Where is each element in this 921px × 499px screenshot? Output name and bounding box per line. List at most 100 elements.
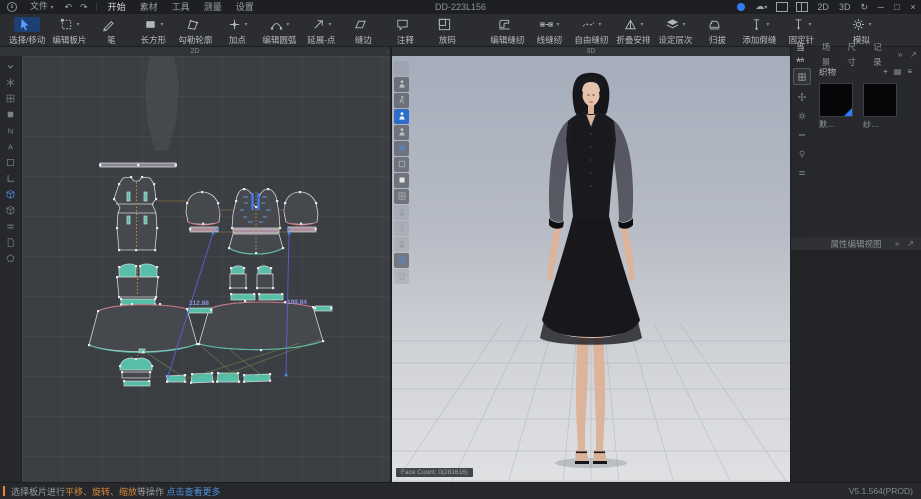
chevron-down-icon[interactable]: ▾ <box>766 21 769 28</box>
chevron-down-icon[interactable]: ▾ <box>244 21 247 28</box>
toolbar-tool[interactable]: ▾ 注释 <box>384 14 426 46</box>
cloud-icon[interactable]: ☁▾ <box>750 0 772 15</box>
strip2d-icon[interactable] <box>3 171 19 186</box>
strip3d-icon[interactable] <box>394 77 409 92</box>
list-view-icon[interactable]: ≡ <box>904 67 915 76</box>
strip3d-icon[interactable] <box>394 173 409 188</box>
strip2d-icon[interactable] <box>3 123 19 138</box>
menu-item[interactable]: 素材 <box>133 0 165 14</box>
strip2d-icon[interactable] <box>3 251 19 266</box>
popout-icon[interactable]: ↗ <box>906 50 921 59</box>
chevron-down-icon[interactable]: ▾ <box>640 21 643 28</box>
fabric-thumbnail[interactable] <box>819 83 853 117</box>
close-button[interactable]: × <box>905 0 921 14</box>
pattern-piece[interactable] <box>113 176 158 251</box>
strip2d-icon[interactable] <box>3 139 19 154</box>
viewport-3d-canvas[interactable]: Face Count: 0(281616) <box>392 56 790 483</box>
strip2d-icon[interactable] <box>3 219 19 234</box>
strip2d-icon[interactable] <box>3 235 19 250</box>
menu-item[interactable]: 工具 <box>165 0 197 14</box>
strip3d-icon[interactable] <box>394 237 409 252</box>
toolbar-tool[interactable]: ▾ 设定层次 <box>654 14 696 46</box>
right-sidebar-icon[interactable] <box>794 146 810 161</box>
undo-icon[interactable]: ↶ <box>61 2 77 13</box>
toolbar-tool[interactable]: ▾ 选择/移动 <box>6 14 48 46</box>
add-fabric-icon[interactable]: + <box>880 67 891 76</box>
strip2d-icon[interactable] <box>3 75 19 90</box>
chevron-down-icon[interactable]: ▾ <box>868 21 871 28</box>
view-3d-button[interactable]: 3D <box>834 0 856 14</box>
toolbar-tool[interactable]: ▾ 编辑圆弧 <box>258 14 300 46</box>
pattern-piece[interactable] <box>229 266 283 300</box>
strip3d-icon[interactable] <box>394 125 409 140</box>
right-sidebar-icon[interactable] <box>794 89 810 104</box>
strip3d-icon[interactable] <box>394 157 409 172</box>
strip3d-icon[interactable] <box>394 93 409 108</box>
view-2d-button[interactable]: 2D <box>812 0 834 14</box>
toolbar-tool[interactable]: ▾ 放码 <box>426 14 468 46</box>
menu-item[interactable]: 测量 <box>197 0 229 14</box>
toolbar-tool[interactable]: ▾ 缝边 <box>342 14 384 46</box>
layout-split-icon[interactable] <box>796 2 808 12</box>
maximize-button[interactable]: □ <box>889 0 905 14</box>
pattern-piece[interactable] <box>228 188 284 254</box>
pattern-piece[interactable] <box>198 300 324 351</box>
strip3d-icon[interactable] <box>394 61 409 76</box>
toolbar-tool[interactable]: ▾ 笔 <box>90 14 132 46</box>
fabric-swatch[interactable]: 纱… <box>863 83 898 130</box>
pattern-piece[interactable] <box>166 372 271 384</box>
strip2d-icon[interactable] <box>3 203 19 218</box>
pattern-piece[interactable] <box>88 303 198 353</box>
toolbar-tool[interactable]: ▾ 归拔 <box>696 14 738 46</box>
popout-icon[interactable]: ↗ <box>903 239 918 248</box>
user-avatar[interactable] <box>737 3 745 11</box>
layout-single-icon[interactable] <box>776 2 788 12</box>
right-sidebar-icon[interactable] <box>794 108 810 123</box>
toolbar-tool[interactable]: ▾ 编辑缝纫 <box>486 14 528 46</box>
toolbar-tool[interactable]: ▾ 加点 <box>216 14 258 46</box>
more-icon[interactable]: » <box>891 239 903 248</box>
toolbar-tool[interactable]: ▾ 编辑板片 <box>48 14 90 46</box>
strip3d-icon[interactable] <box>394 109 409 124</box>
chevron-down-icon[interactable]: ▾ <box>808 21 811 28</box>
grid-view-icon[interactable]: ▤ <box>891 67 905 76</box>
strip3d-icon[interactable] <box>394 205 409 220</box>
redo-icon[interactable]: ↷ <box>76 2 92 13</box>
resize-handle-icon[interactable]: ⌟ <box>385 47 388 56</box>
toolbar-tool[interactable]: ▾ 线缝纫 <box>528 14 570 46</box>
strip2d-icon[interactable] <box>3 91 19 106</box>
strip3d-icon[interactable] <box>394 189 409 204</box>
fabric-swatch[interactable]: 默… <box>819 83 854 130</box>
pattern-piece[interactable] <box>99 163 177 167</box>
strip3d-icon[interactable] <box>394 253 409 268</box>
sync-icon[interactable]: ↻ <box>855 0 873 14</box>
strip2d-icon[interactable] <box>3 187 19 202</box>
chevron-down-icon[interactable]: ▾ <box>328 21 331 28</box>
strip3d-icon[interactable] <box>394 141 409 156</box>
chevron-down-icon[interactable]: ▾ <box>556 21 559 28</box>
pattern-piece[interactable] <box>119 358 153 386</box>
strip2d-icon[interactable] <box>3 59 19 74</box>
right-sidebar-icon[interactable] <box>794 165 810 180</box>
app-logo-icon[interactable]: s <box>7 2 17 12</box>
chevron-down-icon[interactable]: ▾ <box>598 21 601 28</box>
menu-item[interactable]: 设置 <box>229 0 261 14</box>
chevron-down-icon[interactable]: ▾ <box>76 21 79 28</box>
strip3d-icon[interactable] <box>394 269 409 284</box>
toolbar-tool[interactable]: ▾ 长方形 <box>132 14 174 46</box>
right-sidebar-icon[interactable] <box>793 68 811 85</box>
pattern-piece[interactable] <box>186 191 220 232</box>
chevron-down-icon[interactable]: ▾ <box>160 21 163 28</box>
chevron-down-icon[interactable]: ▾ <box>286 21 289 28</box>
toolbar-tool[interactable]: ▾ 添加假缝 <box>738 14 780 46</box>
toolbar-tool[interactable]: ▾ 勾勒轮廓 <box>174 14 216 46</box>
chevron-down-icon[interactable]: ▾ <box>682 21 685 28</box>
pattern-piece[interactable] <box>284 191 318 232</box>
minimize-button[interactable]: ─ <box>873 0 889 14</box>
strip3d-icon[interactable] <box>394 221 409 236</box>
strip2d-icon[interactable] <box>3 107 19 122</box>
toolbar-tool[interactable]: ▾ 折叠安排 <box>612 14 654 46</box>
strip2d-icon[interactable] <box>3 155 19 170</box>
avatar-3d[interactable] <box>392 56 790 483</box>
more-icon[interactable]: » <box>894 50 906 59</box>
